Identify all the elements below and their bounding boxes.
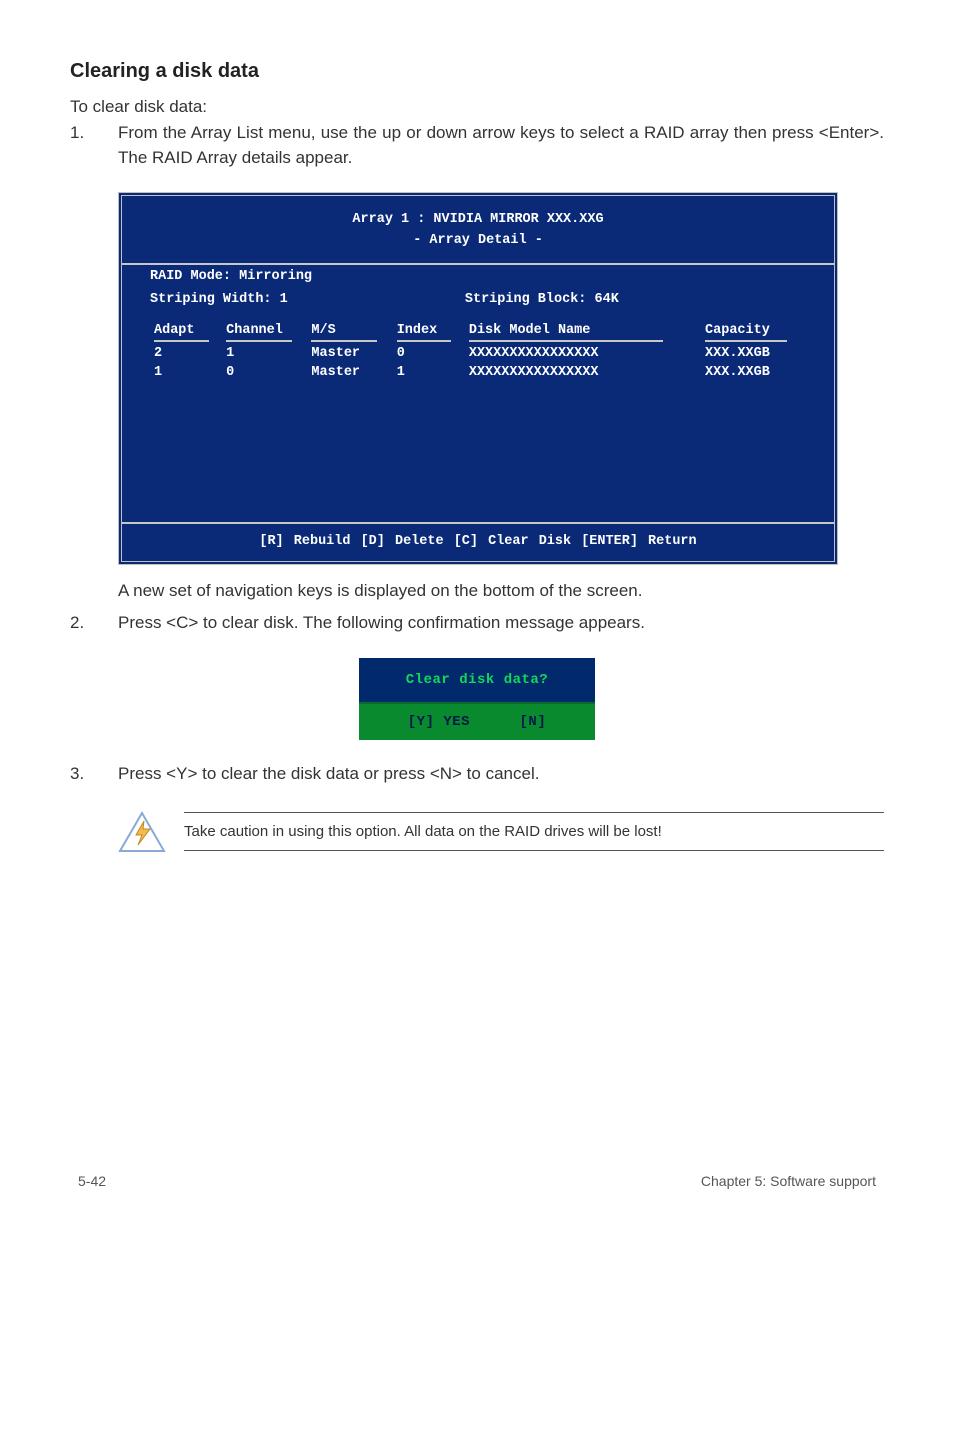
page-number: 5-42 <box>78 1173 106 1189</box>
confirm-no: [N] <box>520 714 547 730</box>
bios-striping-block: Striping Block: 64K <box>465 292 806 307</box>
step-text: Press <C> to clear disk. The following c… <box>118 611 884 636</box>
confirm-question: Clear disk data? <box>359 658 595 704</box>
confirm-dialog: Clear disk data? [Y] YES [N] <box>359 658 595 740</box>
cell-adapt: 1 <box>150 363 222 382</box>
table-row: 1 0 Master 1 XXXXXXXXXXXXXXXX XXX.XXGB <box>150 363 806 382</box>
col-adapt: Adapt <box>150 321 222 344</box>
cell-adapt: 2 <box>150 344 222 363</box>
cell-ms: Master <box>307 363 392 382</box>
col-ms: M/S <box>307 321 392 344</box>
step-text: A new set of navigation keys is displaye… <box>118 579 884 604</box>
cell-ms: Master <box>307 344 392 363</box>
col-index: Index <box>393 321 465 344</box>
cell-model: XXXXXXXXXXXXXXXX <box>465 363 701 382</box>
chapter-label: Chapter 5: Software support <box>701 1173 876 1189</box>
step-1: 1. From the Array List menu, use the up … <box>70 121 884 170</box>
cell-capacity: XXX.XXGB <box>701 344 806 363</box>
lightning-icon <box>118 811 166 853</box>
bios-panel: Array 1 : NVIDIA MIRROR XXX.XXG - Array … <box>118 192 838 565</box>
step-1b: A new set of navigation keys is displaye… <box>70 579 884 604</box>
warning-note: Take caution in using this option. All d… <box>118 811 884 853</box>
col-channel: Channel <box>222 321 307 344</box>
table-row: 2 1 Master 0 XXXXXXXXXXXXXXXX XXX.XXGB <box>150 344 806 363</box>
cell-channel: 1 <box>222 344 307 363</box>
section-heading: Clearing a disk data <box>70 60 884 83</box>
bios-title-line2: - Array Detail - <box>122 231 834 251</box>
step-2: 2. Press <C> to clear disk. The followin… <box>70 611 884 636</box>
page-footer: 5-42 Chapter 5: Software support <box>70 1173 884 1189</box>
cell-channel: 0 <box>222 363 307 382</box>
step-number: 2. <box>70 611 118 636</box>
intro-text: To clear disk data: <box>70 97 884 117</box>
bios-disk-table: Adapt Channel M/S Index Disk Model Name … <box>150 321 806 382</box>
bios-title-line1: Array 1 : NVIDIA MIRROR XXX.XXG <box>122 210 834 230</box>
step-number-blank <box>70 579 118 604</box>
cell-model: XXXXXXXXXXXXXXXX <box>465 344 701 363</box>
bios-footer-keys: [R] Rebuild [D] Delete [C] Clear Disk [E… <box>122 522 834 561</box>
step-text: From the Array List menu, use the up or … <box>118 121 884 170</box>
confirm-yes: [Y] YES <box>408 714 470 730</box>
warning-text: Take caution in using this option. All d… <box>184 812 884 851</box>
col-model: Disk Model Name <box>465 321 701 344</box>
bios-mode-line: RAID Mode: Mirroring <box>150 269 806 284</box>
cell-capacity: XXX.XXGB <box>701 363 806 382</box>
step-number: 1. <box>70 121 118 170</box>
bios-title: Array 1 : NVIDIA MIRROR XXX.XXG - Array … <box>122 196 834 263</box>
col-capacity: Capacity <box>701 321 806 344</box>
cell-index: 1 <box>393 363 465 382</box>
step-text: Press <Y> to clear the disk data or pres… <box>118 762 884 787</box>
step-3: 3. Press <Y> to clear the disk data or p… <box>70 762 884 787</box>
bios-striping-width: Striping Width: 1 <box>150 292 465 307</box>
step-number: 3. <box>70 762 118 787</box>
cell-index: 0 <box>393 344 465 363</box>
